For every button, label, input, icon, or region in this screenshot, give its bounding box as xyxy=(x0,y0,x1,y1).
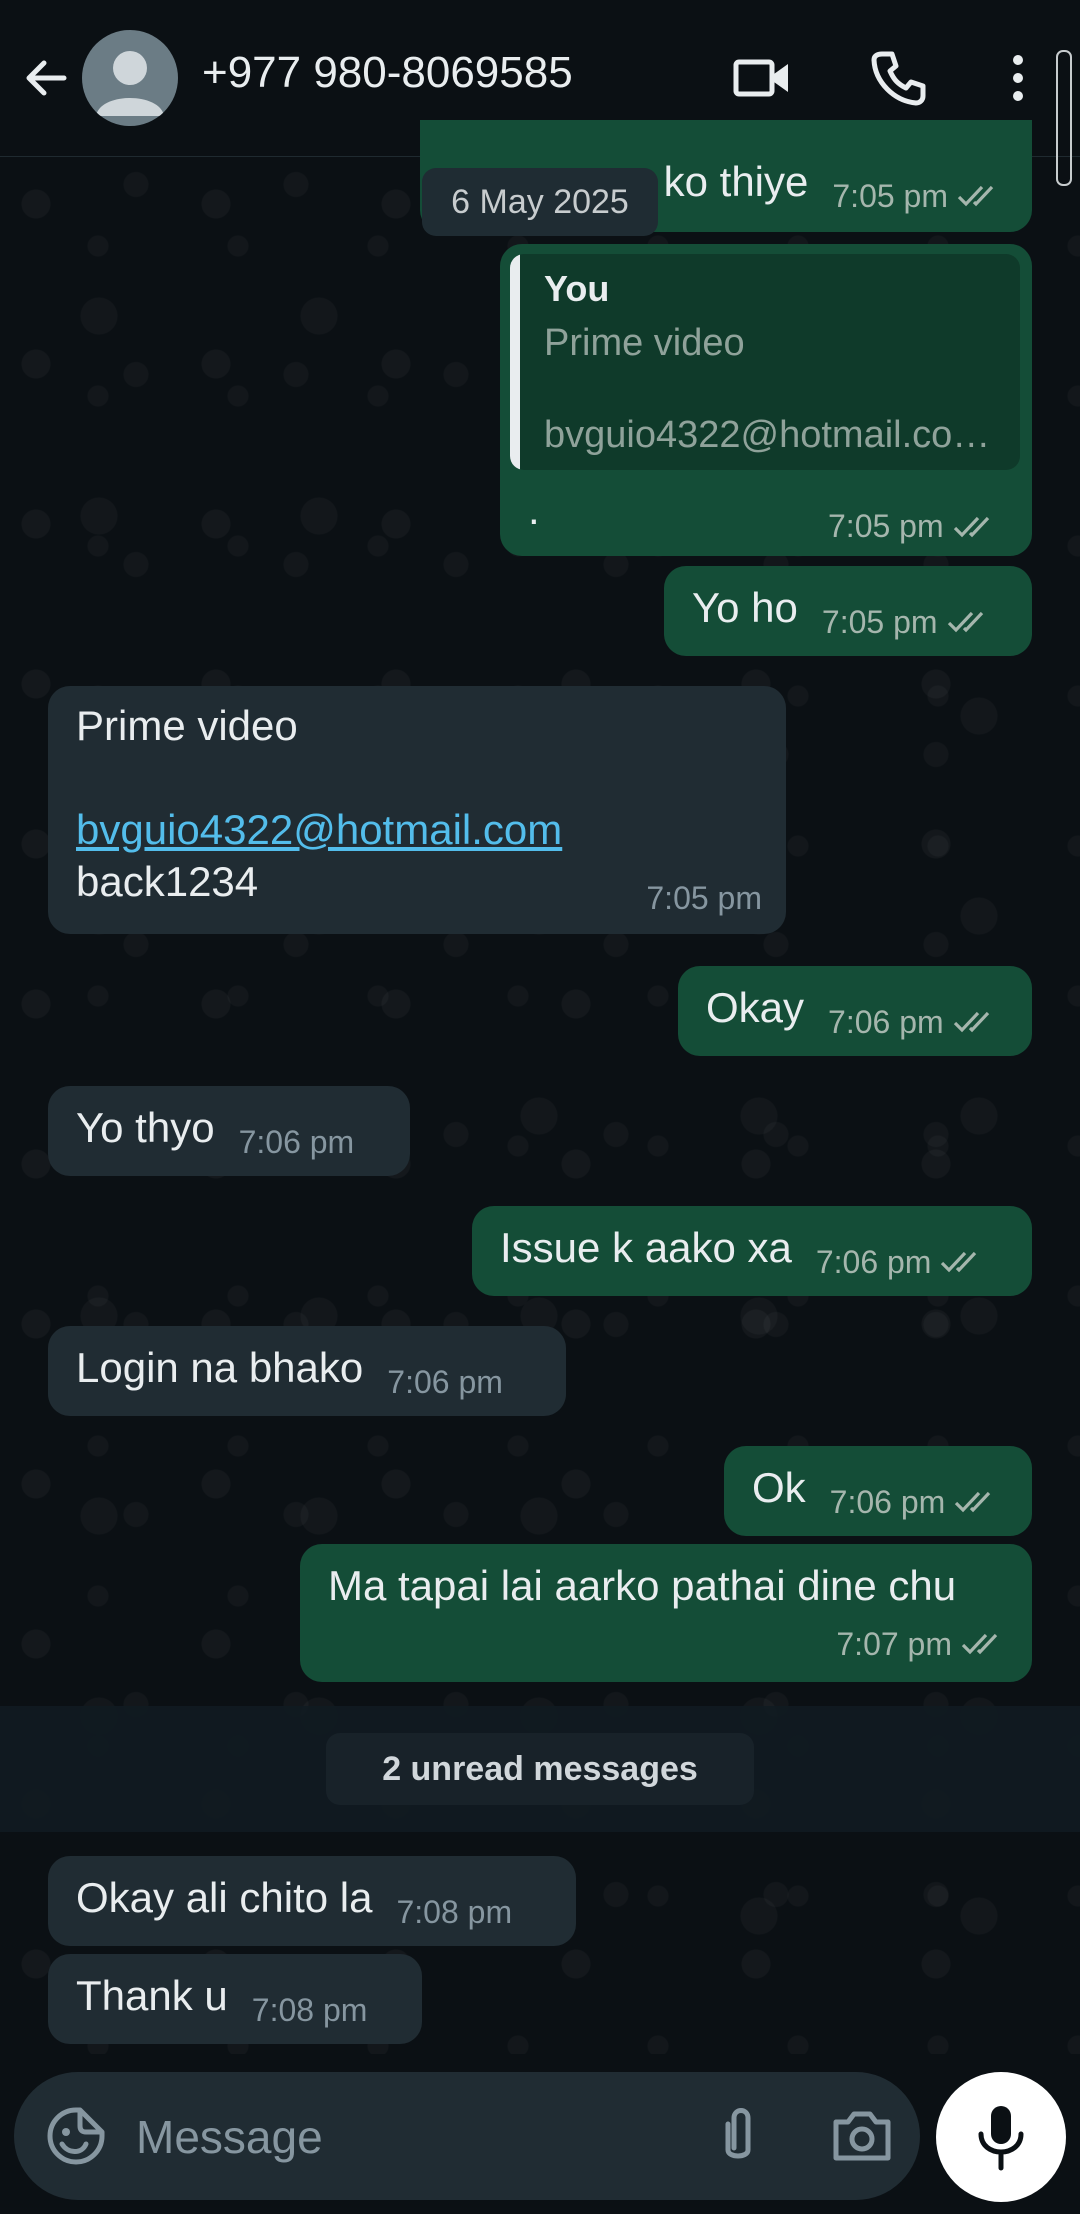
message-text: Yo thyo xyxy=(76,1104,215,1151)
voice-message-button[interactable] xyxy=(936,2072,1066,2202)
double-check-icon xyxy=(953,1011,989,1033)
message-time: 7:05 pm xyxy=(821,604,938,640)
message-time: 7:05 pm xyxy=(646,880,762,916)
message-bubble-incoming[interactable]: Yo thyo 7:06 pm xyxy=(48,1086,410,1176)
attach-icon[interactable] xyxy=(706,2102,770,2170)
avatar-icon xyxy=(96,51,164,116)
message-input[interactable] xyxy=(134,2100,698,2174)
message-time: 7:06 pm xyxy=(815,1244,932,1280)
quote-title: Prime video xyxy=(544,322,745,364)
double-check-icon xyxy=(953,516,989,537)
message-time: 7:05 pm xyxy=(832,178,948,214)
message-bubble-incoming[interactable]: Prime video bvguio4322@hotmail.com back1… xyxy=(48,686,786,934)
double-check-icon xyxy=(947,611,983,633)
message-bubble-incoming[interactable]: Okay ali chito la 7:08 pm xyxy=(48,1856,576,1946)
message-text: . xyxy=(528,486,540,533)
double-check-icon xyxy=(961,1633,998,1655)
message-time: 7:06 pm xyxy=(829,1484,946,1520)
message-text: Login na bhako xyxy=(76,1344,364,1391)
scrollbar[interactable] xyxy=(1056,50,1072,186)
message-text: Ma tapai lai aarko pathai dine chu xyxy=(328,1562,957,1609)
double-check-icon xyxy=(955,1491,991,1513)
message-text: Ok xyxy=(752,1464,806,1511)
double-check-icon xyxy=(941,1251,977,1273)
message-time: 7:06 pm xyxy=(238,1124,355,1160)
quote-bar xyxy=(510,254,520,470)
message-bubble-outgoing[interactable]: Ma tapai lai aarko pathai dine chu 7:07 … xyxy=(300,1544,1032,1682)
message-time: 7:06 pm xyxy=(828,1004,944,1040)
quoted-message[interactable]: You Prime video bvguio4322@hotmail.co… xyxy=(510,254,1020,470)
date-chip: 6 May 2025 xyxy=(422,168,658,236)
double-check-icon xyxy=(957,185,994,207)
contact-avatar[interactable] xyxy=(82,30,178,126)
message-text: Thank u xyxy=(76,1972,228,2019)
message-bubble-incoming[interactable]: Thank u 7:08 pm xyxy=(48,1954,422,2044)
message-bubble-incoming[interactable]: Login na bhako 7:06 pm xyxy=(48,1326,566,1416)
voice-call-icon[interactable] xyxy=(866,46,930,110)
quote-email: bvguio4322@hotmail.co… xyxy=(544,414,991,456)
message-text: Yo ho xyxy=(692,584,798,631)
contact-name[interactable]: +977 980-8069585 xyxy=(202,48,573,98)
message-bubble-outgoing[interactable]: Okay 7:06 pm xyxy=(678,966,1032,1056)
message-time: 7:08 pm xyxy=(251,1992,368,2028)
email-link[interactable]: bvguio4322@hotmail.com xyxy=(76,806,562,853)
message-time: 7:08 pm xyxy=(396,1894,513,1930)
more-options-icon[interactable] xyxy=(986,46,1050,110)
message-text: ko thiye xyxy=(663,158,809,205)
unread-messages-label: 2 unread messages xyxy=(326,1733,754,1805)
message-text: Issue k aako xa xyxy=(500,1224,792,1271)
back-arrow-icon[interactable] xyxy=(18,50,74,106)
message-bubble-outgoing[interactable]: Yo ho 7:05 pm xyxy=(664,566,1032,656)
mic-icon xyxy=(978,2106,1024,2171)
emoji-icon[interactable] xyxy=(44,2104,108,2168)
camera-icon[interactable] xyxy=(830,2106,894,2166)
message-bubble-outgoing[interactable]: Issue k aako xa 7:06 pm xyxy=(472,1206,1032,1296)
message-time: 7:05 pm xyxy=(828,508,944,544)
quote-author: You xyxy=(544,268,610,309)
message-time: 7:07 pm xyxy=(836,1626,952,1662)
message-bubble-outgoing[interactable]: Ok 7:06 pm xyxy=(724,1446,1032,1536)
message-text: Okay ali chito la xyxy=(76,1874,373,1921)
message-time: 7:06 pm xyxy=(387,1364,503,1400)
message-composer xyxy=(14,2072,920,2200)
message-text: Prime video xyxy=(76,702,298,749)
message-text: Okay xyxy=(706,984,805,1031)
video-call-icon[interactable] xyxy=(730,46,794,110)
